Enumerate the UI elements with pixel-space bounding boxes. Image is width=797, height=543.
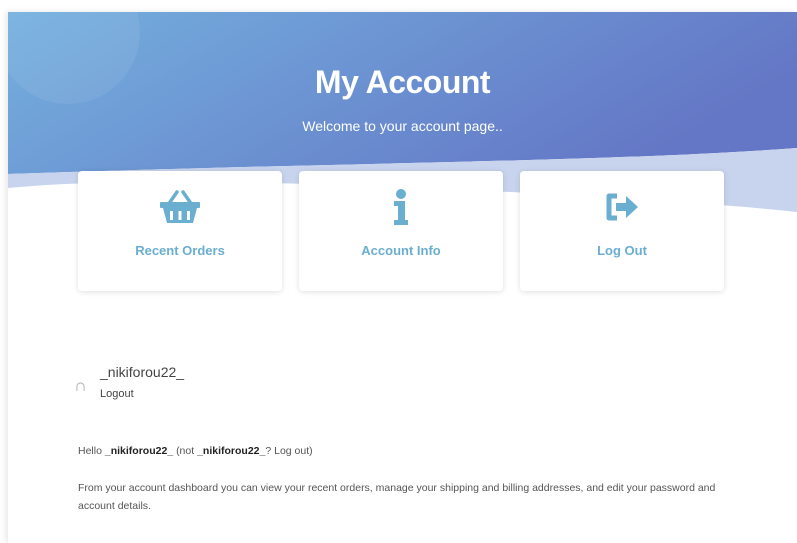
avatar xyxy=(76,382,85,391)
greeting-line: Hello _nikiforou22_ (not _nikiforou22_? … xyxy=(78,445,313,457)
greeting-not-username: _nikiforou22_ xyxy=(197,445,266,457)
info-icon xyxy=(299,189,503,225)
log-out-card[interactable]: Log Out xyxy=(520,171,724,291)
greeting-not-prefix: (not xyxy=(176,445,195,457)
sign-out-icon xyxy=(520,189,724,225)
username: _nikiforou22_ xyxy=(100,364,185,380)
greeting-hello: Hello xyxy=(78,445,102,457)
greeting-logout-link[interactable]: ? Log out) xyxy=(265,445,312,457)
card-label: Account Info xyxy=(361,243,441,258)
card-label: Recent Orders xyxy=(135,243,225,258)
card-label: Log Out xyxy=(597,243,647,258)
recent-orders-card[interactable]: Recent Orders xyxy=(78,171,282,291)
page-title: My Account xyxy=(314,64,491,100)
page-frame: My Account Welcome to your account page.… xyxy=(8,12,797,543)
account-info-card[interactable]: Account Info xyxy=(299,171,503,291)
page-subtitle: Welcome to your account page.. xyxy=(302,118,503,134)
dashboard-description: From your account dashboard you can view… xyxy=(78,482,716,512)
logout-link[interactable]: Logout xyxy=(100,388,134,400)
basket-icon xyxy=(78,189,282,225)
greeting-username: _nikiforou22_ xyxy=(104,445,174,457)
